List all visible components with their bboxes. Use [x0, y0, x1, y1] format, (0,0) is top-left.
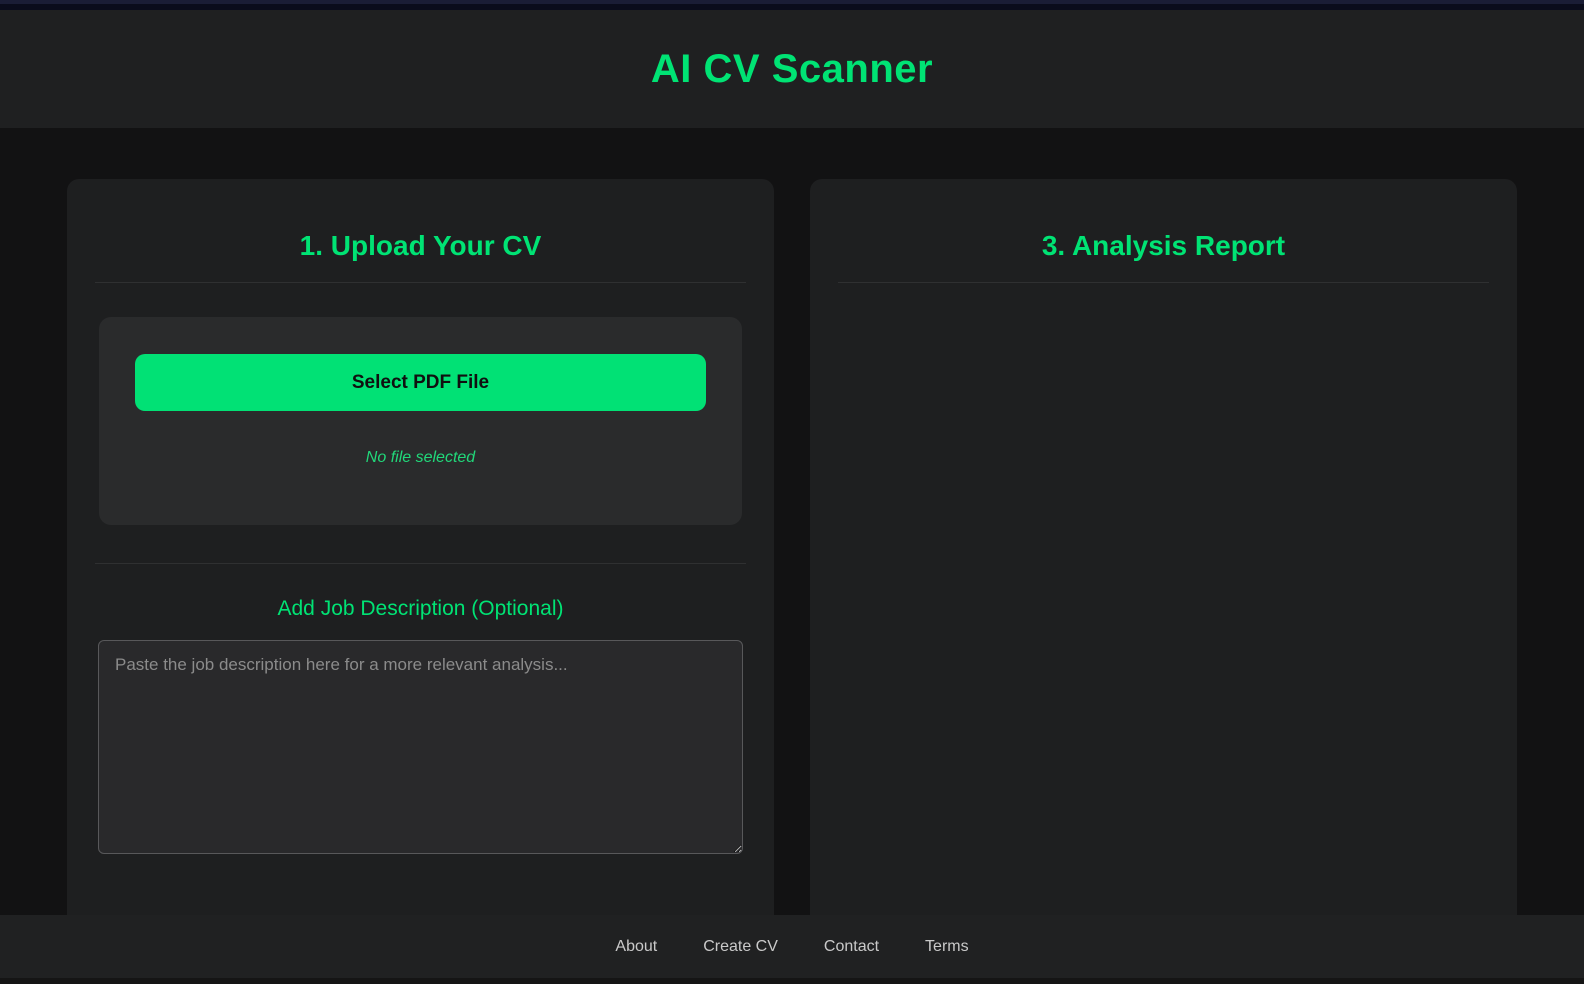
analysis-report-heading: 3. Analysis Report [1041, 230, 1286, 261]
upload-panel: 1. Upload Your CV Select PDF File No fil… [67, 179, 774, 915]
job-description-textarea[interactable] [98, 640, 743, 854]
page-title: AI CV Scanner [650, 46, 934, 91]
app-header: AI CV Scanner [0, 10, 1584, 128]
divider [95, 563, 746, 564]
file-status-text: No file selected [365, 449, 476, 466]
analysis-report-panel: 3. Analysis Report [810, 179, 1517, 915]
divider [95, 282, 746, 283]
select-pdf-button[interactable]: Select PDF File [135, 354, 706, 411]
footer-link-create-cv[interactable]: Create CV [703, 938, 778, 956]
footer-link-contact[interactable]: Contact [824, 938, 879, 956]
footer-link-about[interactable]: About [615, 938, 657, 956]
main-content: 1. Upload Your CV Select PDF File No fil… [0, 128, 1584, 915]
upload-dropzone: Select PDF File No file selected [99, 317, 742, 525]
divider [838, 282, 1489, 283]
app-footer: About Create CV Contact Terms [0, 915, 1584, 978]
footer-link-terms[interactable]: Terms [925, 938, 969, 956]
page-bottom-strip [0, 978, 1584, 984]
job-description-heading: Add Job Description (Optional) [277, 597, 564, 620]
upload-panel-heading: 1. Upload Your CV [299, 230, 542, 261]
panel-columns: 1. Upload Your CV Select PDF File No fil… [67, 128, 1517, 915]
